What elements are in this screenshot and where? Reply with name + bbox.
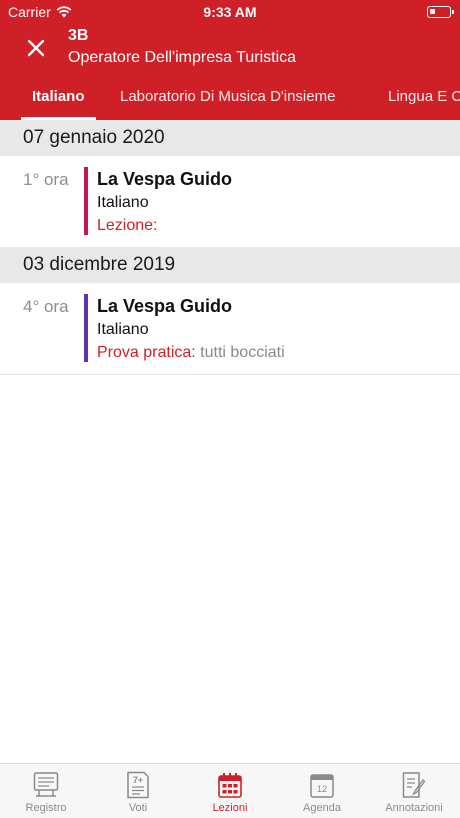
tabbar-label: Annotazioni [385, 802, 443, 814]
subject-name: Italiano [97, 321, 149, 338]
subject-tabs: Italiano Laboratorio Di Musica D'insieme… [0, 82, 460, 120]
class-name: Operatore Dell'impresa Turistica [68, 49, 297, 66]
lesson-row[interactable]: 1° ora La Vespa Guido Italiano Lezione: [0, 156, 460, 248]
tabbar-item-registro[interactable]: Registro [0, 764, 92, 818]
lesson-note: Prova pratica: tutti bocciati [97, 344, 285, 362]
status-time: 9:33 AM [203, 4, 257, 20]
tab-laboratorio-musica[interactable]: Laboratorio Di Musica D'insieme [120, 88, 335, 105]
battery-icon [427, 6, 454, 18]
subject-color-bar [84, 167, 88, 235]
notes-icon [402, 772, 426, 798]
teacher-name: La Vespa Guido [97, 169, 233, 189]
tabbar-label: Registro [25, 802, 67, 814]
close-button[interactable] [24, 36, 48, 60]
tab-lingua[interactable]: Lingua E C [388, 88, 460, 105]
tabbar-label: Voti [128, 802, 148, 814]
lesson-note: Lezione: [97, 217, 158, 235]
grades-icon: 7+ [127, 771, 149, 799]
subject-name: Italiano [97, 194, 149, 211]
date-header: 03 dicembre 2019 [0, 247, 460, 283]
tabbar-item-annotazioni[interactable]: Annotazioni [368, 764, 460, 818]
note-text: tutti bocciati [200, 344, 285, 361]
lesson-row[interactable]: 4° ora La Vespa Guido Italiano Prova pra… [0, 283, 460, 375]
tabbar-item-lezioni[interactable]: Lezioni [184, 764, 276, 818]
date-label: 07 gennaio 2020 [23, 127, 165, 148]
note-kind: Prova pratica: [97, 344, 196, 361]
bottom-tab-bar: Registro 7+ Voti Lezioni 12 Agenda Annot… [0, 763, 460, 818]
register-icon [33, 772, 59, 797]
status-bar: Carrier 9:33 AM [0, 0, 460, 24]
note-kind: Lezione: [97, 217, 158, 234]
grade-icon-text: 7+ [133, 775, 143, 785]
date-label: 03 dicembre 2019 [23, 254, 176, 275]
subject-color-bar [84, 294, 88, 362]
teacher-name: La Vespa Guido [97, 296, 233, 316]
lesson-hour: 1° ora [23, 170, 69, 189]
lesson-hour: 4° ora [23, 297, 69, 316]
calendar-day-icon: 12 [310, 774, 334, 798]
tab-italiano[interactable]: Italiano [32, 88, 85, 105]
calendar-grid-icon [218, 773, 242, 798]
agenda-day-text: 12 [317, 784, 327, 794]
tabbar-label: Agenda [303, 802, 341, 814]
close-icon [27, 39, 45, 57]
app-header: Carrier 9:33 AM 3B Operatore Dell'impres… [0, 0, 460, 120]
tabbar-item-agenda[interactable]: 12 Agenda [276, 764, 368, 818]
tabbar-item-voti[interactable]: 7+ Voti [92, 764, 184, 818]
class-code: 3B [68, 27, 89, 44]
tabbar-label: Lezioni [212, 802, 248, 814]
date-header: 07 gennaio 2020 [0, 120, 460, 156]
